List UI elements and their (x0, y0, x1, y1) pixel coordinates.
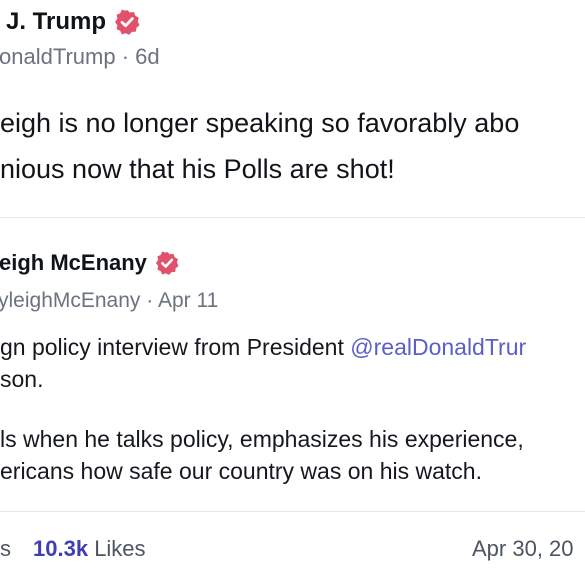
quoted-handle-row: yleighMcEnany · Apr 11 (0, 289, 218, 313)
post-text-line: eigh is no longer speaking so favorably … (0, 108, 520, 138)
retweets-stat[interactable]: s (0, 536, 11, 562)
quoted-text-line: ericans how safe our country was on his … (0, 458, 482, 484)
post-text-line: nious now that his Polls are shot! (0, 154, 395, 184)
author-name[interactable]: J. Trump (6, 8, 106, 36)
quoted-author-row[interactable]: eigh McEnany (0, 250, 179, 276)
verified-badge-icon (155, 251, 179, 275)
post-time[interactable]: 6d (135, 44, 159, 69)
likes-count: 10.3k (33, 536, 89, 561)
time-separator: · (146, 289, 154, 312)
quoted-text-prefix: gn policy interview from President (0, 334, 351, 360)
likes-label: Likes (94, 536, 146, 561)
quoted-handle[interactable]: yleighMcEnany (0, 289, 140, 312)
quoted-time[interactable]: Apr 11 (158, 289, 218, 312)
quoted-text-line: gn policy interview from President @real… (0, 334, 526, 361)
divider (0, 511, 585, 512)
post-date[interactable]: Apr 30, 20 (472, 536, 574, 562)
author-name-row[interactable]: J. Trump (6, 8, 140, 36)
quoted-text-line: ls when he talks policy, emphasizes his … (0, 426, 524, 452)
quoted-text-line: son. (0, 366, 44, 392)
author-handle[interactable]: onaldTrump (0, 44, 116, 69)
divider (0, 217, 585, 218)
verified-badge-icon (114, 9, 140, 35)
author-handle-row: onaldTrump · 6d (0, 44, 160, 70)
mention-link[interactable]: @realDonaldTrur (350, 334, 526, 360)
likes-stat[interactable]: 10.3k Likes (33, 536, 146, 562)
tweet-card: J. Trump onaldTrump · 6d eigh is no long… (0, 0, 585, 585)
time-separator: · (121, 44, 130, 69)
quoted-author-name[interactable]: eigh McEnany (0, 250, 147, 276)
